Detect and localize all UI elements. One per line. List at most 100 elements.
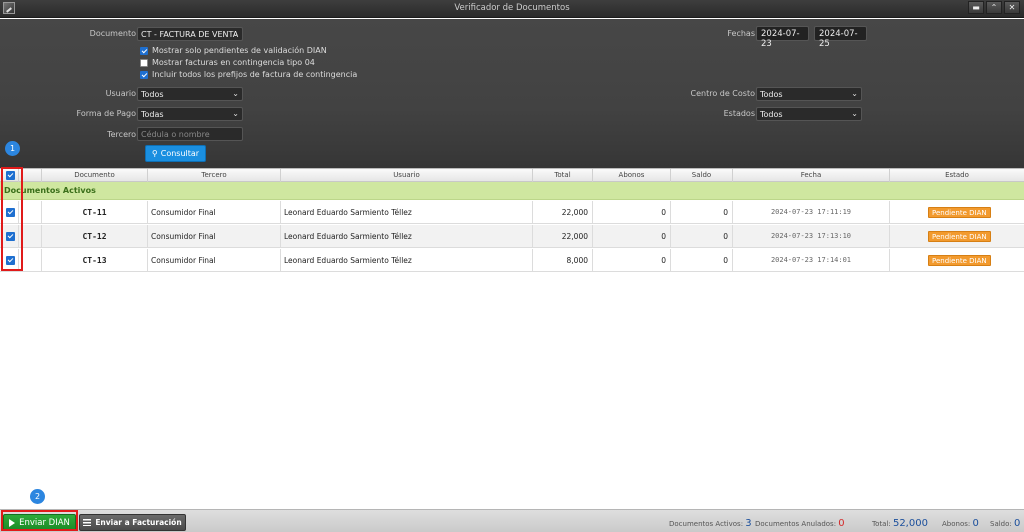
fecha-hasta-input[interactable]: 2024-07-25: [814, 26, 867, 49]
docs-anulados-label: Documentos Anulados:: [755, 520, 837, 528]
check-prefijos[interactable]: Incluir todos los prefijos de factura de…: [140, 70, 357, 79]
status-badge: Pendiente DIAN: [928, 231, 991, 242]
check-contingencia[interactable]: Mostrar facturas en contingencia tipo 04: [140, 58, 315, 67]
saldo-value: 0: [1014, 518, 1021, 529]
stat-docs-anulados: Documentos Anulados: 0: [755, 518, 845, 529]
documento-select[interactable]: CT - FACTURA DE VENTA ⌄: [137, 27, 243, 41]
table-row[interactable]: CT-13 Consumidor Final Leonard Eduardo S…: [0, 249, 1024, 272]
centro-costo-select[interactable]: Todos ⌄: [756, 87, 862, 101]
total-value: 52,000: [892, 518, 928, 529]
table-header: Documento Tercero Usuario Total Abonos S…: [0, 168, 1024, 182]
chevron-down-icon: ⌄: [232, 89, 239, 98]
chevron-down-icon: ⌄: [851, 109, 858, 118]
cell-fecha: 2024-07-23 17:11:19: [733, 201, 890, 224]
cell-fecha: 2024-07-23 17:14:01: [733, 249, 890, 272]
status-badge: Pendiente DIAN: [928, 255, 991, 266]
estados-value: Todos: [760, 110, 783, 119]
tercero-input[interactable]: Cédula o nombre: [137, 127, 243, 141]
cell-total: 22,000: [533, 225, 593, 248]
cell-usuario: Leonard Eduardo Sarmiento Téllez: [281, 249, 533, 272]
minimize-button[interactable]: ▬: [968, 1, 984, 14]
check-pendientes-label: Mostrar solo pendientes de validación DI…: [152, 46, 327, 55]
forma-pago-label: Forma de Pago: [76, 109, 136, 118]
usuario-label: Usuario: [105, 89, 136, 98]
stat-saldo: Saldo: 0: [990, 518, 1020, 529]
cell-abonos: 0: [593, 225, 671, 248]
estados-select[interactable]: Todos ⌄: [756, 107, 862, 121]
chevron-down-icon: ⌄: [232, 29, 239, 38]
cell-documento: CT-13: [42, 249, 148, 272]
title-bar: Verificador de Documentos ▬ ⌃ ✕: [0, 0, 1024, 18]
usuario-value: Todos: [141, 90, 164, 99]
cell-estado: Pendiente DIAN: [890, 201, 1024, 224]
cell-saldo: 0: [671, 225, 733, 248]
saldo-label: Saldo:: [990, 520, 1012, 528]
chevron-down-icon: ⌄: [232, 109, 239, 118]
enviar-facturacion-label: Enviar a Facturación: [95, 518, 182, 527]
usuario-select[interactable]: Todos ⌄: [137, 87, 243, 101]
cell-abonos: 0: [593, 249, 671, 272]
cell-total: 22,000: [533, 201, 593, 224]
close-button[interactable]: ✕: [1004, 1, 1020, 14]
cell-usuario: Leonard Eduardo Sarmiento Téllez: [281, 201, 533, 224]
check-prefijos-label: Incluir todos los prefijos de factura de…: [152, 70, 358, 79]
header-estado[interactable]: Estado: [890, 169, 1024, 182]
highlight-enviar-dian: [1, 510, 78, 531]
header-fecha[interactable]: Fecha: [733, 169, 890, 182]
centro-costo-label: Centro de Costo: [690, 89, 756, 98]
cell-abonos: 0: [593, 201, 671, 224]
cell-tercero: Consumidor Final: [148, 225, 281, 248]
forma-pago-select[interactable]: Todas ⌄: [137, 107, 243, 121]
search-icon: ⚲: [151, 149, 158, 158]
docs-activos-label: Documentos Activos:: [669, 520, 744, 528]
filter-panel: Documento CT - FACTURA DE VENTA ⌄ Mostra…: [0, 19, 1024, 168]
table-row[interactable]: CT-12 Consumidor Final Leonard Eduardo S…: [0, 225, 1024, 248]
header-usuario[interactable]: Usuario: [281, 169, 533, 182]
consultar-label: Consultar: [160, 149, 200, 158]
documento-value: CT - FACTURA DE VENTA: [141, 30, 239, 39]
group-documentos-activos: Documentos Activos: [0, 182, 1024, 200]
cell-saldo: 0: [671, 201, 733, 224]
forma-pago-value: Todas: [141, 110, 164, 119]
window-title: Verificador de Documentos: [454, 3, 570, 13]
stat-docs-activos: Documentos Activos: 3: [669, 518, 752, 529]
stat-abonos: Abonos: 0: [942, 518, 979, 529]
checkbox-prefijos[interactable]: [140, 70, 148, 79]
cell-estado: Pendiente DIAN: [890, 249, 1024, 272]
header-total[interactable]: Total: [533, 169, 593, 182]
cell-usuario: Leonard Eduardo Sarmiento Téllez: [281, 225, 533, 248]
consultar-button[interactable]: ⚲ Consultar: [145, 145, 206, 162]
cell-saldo: 0: [671, 249, 733, 272]
cell-estado: Pendiente DIAN: [890, 225, 1024, 248]
footer-bar: Enviar DIAN Enviar a Facturación Documen…: [0, 509, 1024, 532]
highlight-checkbox-column: [1, 167, 23, 271]
header-saldo[interactable]: Saldo: [671, 169, 733, 182]
maximize-button[interactable]: ⌃: [986, 1, 1002, 14]
table-row[interactable]: CT-11 Consumidor Final Leonard Eduardo S…: [0, 201, 1024, 224]
abonos-value: 0: [972, 518, 979, 529]
checkbox-contingencia[interactable]: [140, 58, 148, 67]
header-abonos[interactable]: Abonos: [593, 169, 671, 182]
header-tercero[interactable]: Tercero: [148, 169, 281, 182]
status-badge: Pendiente DIAN: [928, 207, 991, 218]
fecha-desde-input[interactable]: 2024-07-23: [756, 26, 809, 49]
total-label: Total:: [872, 520, 891, 528]
documento-label: Documento: [89, 29, 136, 38]
estados-label: Estados: [723, 109, 755, 118]
checkbox-pendientes[interactable]: [140, 46, 148, 55]
chevron-down-icon: ⌄: [851, 89, 858, 98]
cell-tercero: Consumidor Final: [148, 201, 281, 224]
enviar-facturacion-button[interactable]: Enviar a Facturación: [79, 514, 186, 531]
fechas-label: Fechas: [727, 29, 755, 38]
check-pendientes[interactable]: Mostrar solo pendientes de validación DI…: [140, 46, 327, 55]
stat-total: Total: 52,000: [872, 518, 928, 529]
window-controls: ▬ ⌃ ✕: [968, 1, 1020, 14]
header-documento[interactable]: Documento: [42, 169, 148, 182]
centro-costo-value: Todos: [760, 90, 783, 99]
step-badge-2: 2: [30, 489, 45, 504]
tercero-label: Tercero: [107, 130, 136, 139]
cell-total: 8,000: [533, 249, 593, 272]
cell-documento: CT-11: [42, 201, 148, 224]
list-icon: [83, 519, 92, 526]
cell-fecha: 2024-07-23 17:13:10: [733, 225, 890, 248]
